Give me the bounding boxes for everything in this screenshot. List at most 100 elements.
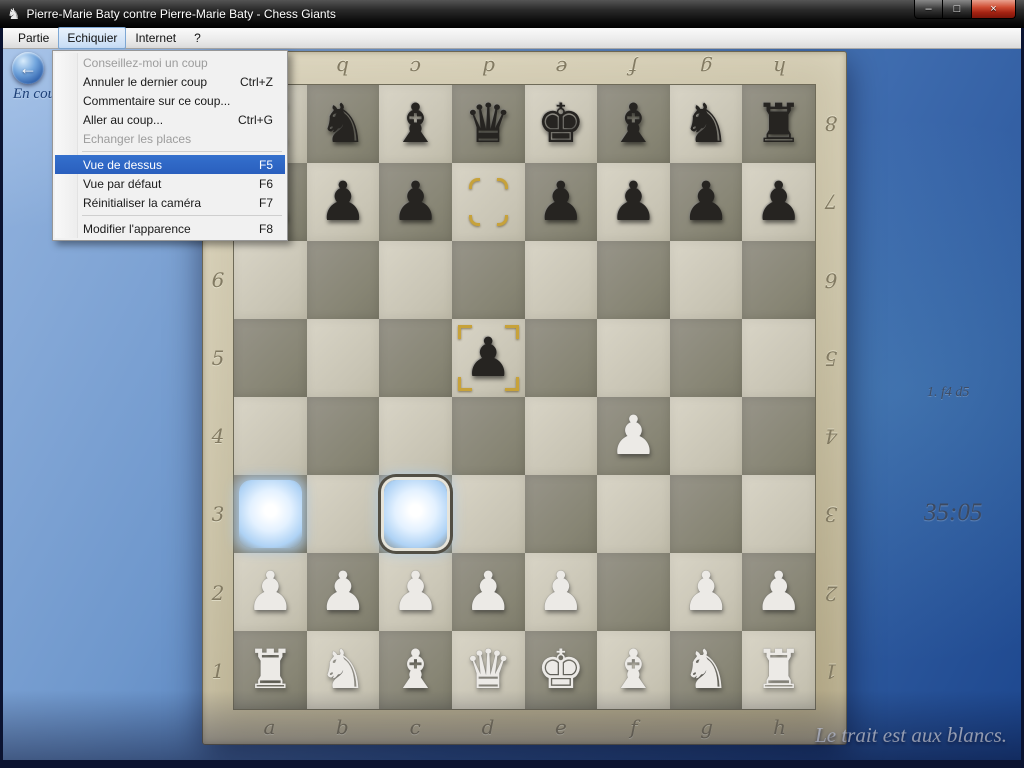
square-h5[interactable] (742, 319, 815, 397)
square-f2[interactable] (597, 553, 670, 631)
square-c4[interactable] (379, 397, 452, 475)
square-e6[interactable] (525, 241, 598, 319)
black-knight-b8[interactable]: ♞ (307, 85, 380, 163)
square-d5[interactable]: ♟ (452, 319, 525, 397)
white-pawn-e2[interactable]: ♟ (525, 553, 598, 631)
menubar-item-partie[interactable]: Partie (9, 27, 58, 49)
menubar-item-echiquier[interactable]: Echiquier (58, 27, 126, 49)
square-c1[interactable]: ♝ (379, 631, 452, 709)
square-e7[interactable]: ♟ (525, 163, 598, 241)
square-b3[interactable] (307, 475, 380, 553)
square-h2[interactable]: ♟ (742, 553, 815, 631)
black-pawn-d5[interactable]: ♟ (452, 319, 525, 397)
close-button[interactable]: × (971, 0, 1016, 19)
square-a1[interactable]: ♜ (234, 631, 307, 709)
back-button[interactable]: ← (12, 52, 44, 84)
square-f6[interactable] (597, 241, 670, 319)
square-g2[interactable]: ♟ (670, 553, 743, 631)
square-e1[interactable]: ♚ (525, 631, 598, 709)
menu-item-vue-par-defaut[interactable]: Vue par défautF6 (55, 174, 285, 193)
square-g3[interactable] (670, 475, 743, 553)
square-d3[interactable] (452, 475, 525, 553)
square-e4[interactable] (525, 397, 598, 475)
white-rook-a1[interactable]: ♜ (234, 631, 307, 709)
black-queen-d8[interactable]: ♛ (452, 85, 525, 163)
black-rook-h8[interactable]: ♜ (742, 85, 815, 163)
square-d2[interactable]: ♟ (452, 553, 525, 631)
menu-item-modifier-l-apparence[interactable]: Modifier l'apparenceF8 (55, 219, 285, 238)
square-a3[interactable] (234, 475, 307, 553)
square-h8[interactable]: ♜ (742, 85, 815, 163)
minimize-button[interactable]: – (914, 0, 943, 19)
menu-item-commentaire-sur-ce-coup[interactable]: Commentaire sur ce coup... (55, 91, 285, 110)
square-d7[interactable] (452, 163, 525, 241)
black-pawn-b7[interactable]: ♟ (307, 163, 380, 241)
square-b6[interactable] (307, 241, 380, 319)
square-d1[interactable]: ♛ (452, 631, 525, 709)
white-pawn-d2[interactable]: ♟ (452, 553, 525, 631)
white-king-e1[interactable]: ♚ (525, 631, 598, 709)
square-f1[interactable]: ♝ (597, 631, 670, 709)
white-queen-d1[interactable]: ♛ (452, 631, 525, 709)
square-c2[interactable]: ♟ (379, 553, 452, 631)
black-pawn-g7[interactable]: ♟ (670, 163, 743, 241)
black-knight-g8[interactable]: ♞ (670, 85, 743, 163)
square-e3[interactable] (525, 475, 598, 553)
white-rook-h1[interactable]: ♜ (742, 631, 815, 709)
menubar-item-internet[interactable]: Internet (126, 27, 185, 49)
white-knight-g1[interactable]: ♞ (670, 631, 743, 709)
white-pawn-g2[interactable]: ♟ (670, 553, 743, 631)
square-g1[interactable]: ♞ (670, 631, 743, 709)
square-f3[interactable] (597, 475, 670, 553)
black-king-e8[interactable]: ♚ (525, 85, 598, 163)
white-pawn-b2[interactable]: ♟ (307, 553, 380, 631)
square-c6[interactable] (379, 241, 452, 319)
menu-item-annuler-le-dernier-coup[interactable]: Annuler le dernier coupCtrl+Z (55, 72, 285, 91)
square-c8[interactable]: ♝ (379, 85, 452, 163)
square-a5[interactable] (234, 319, 307, 397)
square-h6[interactable] (742, 241, 815, 319)
square-c7[interactable]: ♟ (379, 163, 452, 241)
square-b7[interactable]: ♟ (307, 163, 380, 241)
black-pawn-h7[interactable]: ♟ (742, 163, 815, 241)
white-pawn-h2[interactable]: ♟ (742, 553, 815, 631)
square-b5[interactable] (307, 319, 380, 397)
restore-button[interactable]: □ (943, 0, 971, 19)
square-g7[interactable]: ♟ (670, 163, 743, 241)
white-bishop-c1[interactable]: ♝ (379, 631, 452, 709)
square-h3[interactable] (742, 475, 815, 553)
menubar-item-?[interactable]: ? (185, 27, 210, 49)
square-d8[interactable]: ♛ (452, 85, 525, 163)
square-b4[interactable] (307, 397, 380, 475)
square-a6[interactable] (234, 241, 307, 319)
square-d6[interactable] (452, 241, 525, 319)
white-knight-b1[interactable]: ♞ (307, 631, 380, 709)
black-pawn-e7[interactable]: ♟ (525, 163, 598, 241)
white-pawn-c2[interactable]: ♟ (379, 553, 452, 631)
square-g5[interactable] (670, 319, 743, 397)
menu-item-vue-de-dessus[interactable]: Vue de dessusF5 (55, 155, 285, 174)
white-pawn-f4[interactable]: ♟ (597, 397, 670, 475)
square-e8[interactable]: ♚ (525, 85, 598, 163)
square-h1[interactable]: ♜ (742, 631, 815, 709)
square-b2[interactable]: ♟ (307, 553, 380, 631)
square-a4[interactable] (234, 397, 307, 475)
square-f8[interactable]: ♝ (597, 85, 670, 163)
square-h4[interactable] (742, 397, 815, 475)
square-f4[interactable]: ♟ (597, 397, 670, 475)
menu-item-aller-au-coup[interactable]: Aller au coup...Ctrl+G (55, 110, 285, 129)
square-b8[interactable]: ♞ (307, 85, 380, 163)
black-bishop-f8[interactable]: ♝ (597, 85, 670, 163)
square-g6[interactable] (670, 241, 743, 319)
black-bishop-c8[interactable]: ♝ (379, 85, 452, 163)
square-a2[interactable]: ♟ (234, 553, 307, 631)
square-f5[interactable] (597, 319, 670, 397)
square-c5[interactable] (379, 319, 452, 397)
white-bishop-f1[interactable]: ♝ (597, 631, 670, 709)
square-b1[interactable]: ♞ (307, 631, 380, 709)
square-f7[interactable]: ♟ (597, 163, 670, 241)
black-pawn-f7[interactable]: ♟ (597, 163, 670, 241)
menu-item-reinitialiser-la-camera[interactable]: Réinitialiser la caméraF7 (55, 193, 285, 212)
square-d4[interactable] (452, 397, 525, 475)
square-e2[interactable]: ♟ (525, 553, 598, 631)
